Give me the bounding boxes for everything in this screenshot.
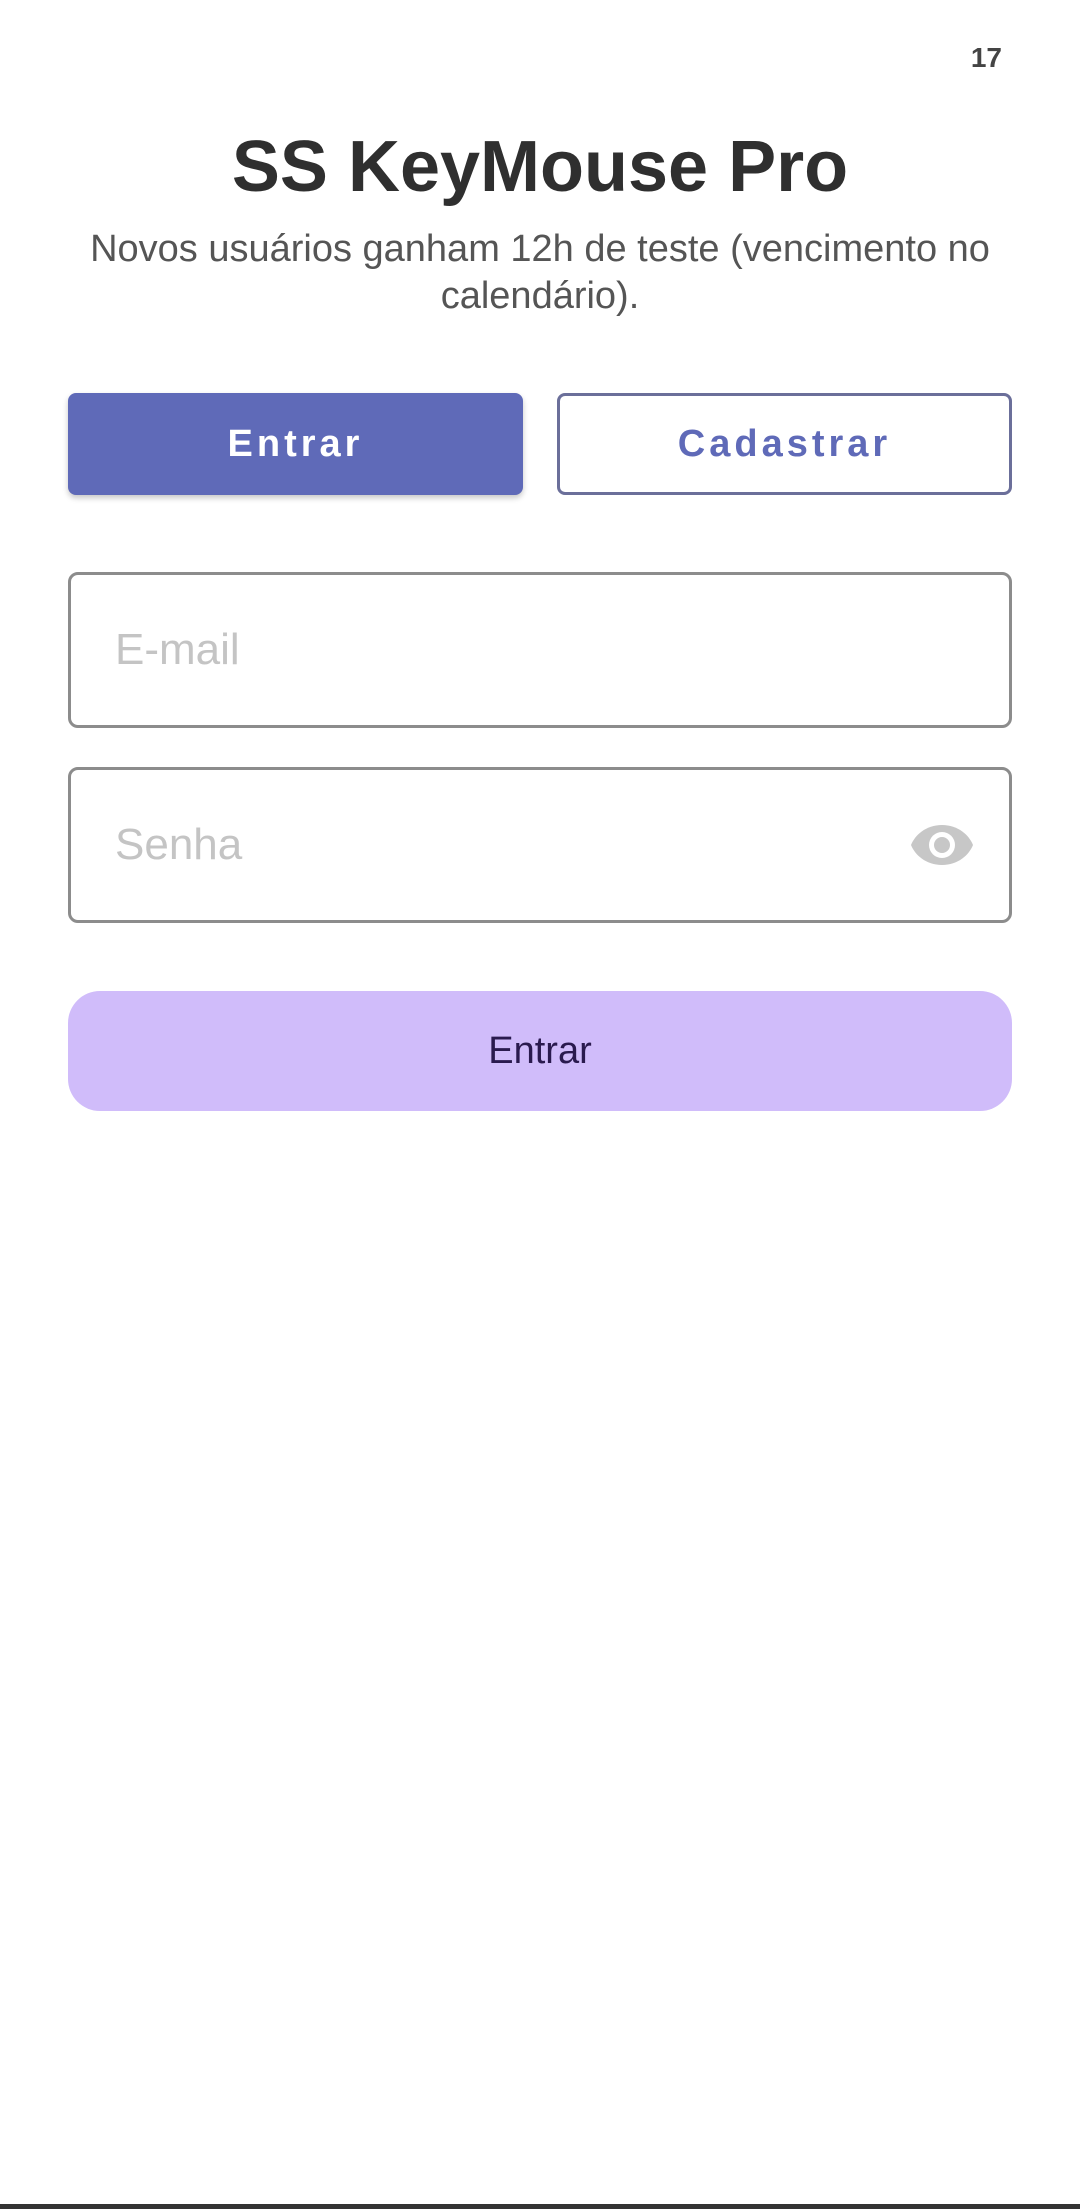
page-subtitle: Novos usuários ganham 12h de teste (venc…	[90, 228, 990, 317]
page-title: SS KeyMouse Pro	[231, 127, 849, 207]
status-counter: 17	[970, 42, 1002, 73]
tab-register[interactable]: Cadastrar	[557, 393, 1012, 495]
password-field[interactable]	[113, 769, 909, 921]
eye-icon[interactable]	[909, 822, 975, 868]
email-field-container	[68, 572, 1012, 728]
password-field-container	[68, 767, 1012, 923]
bottom-divider	[0, 2204, 1080, 2209]
email-field[interactable]	[113, 574, 1009, 726]
submit-button[interactable]: Entrar	[68, 991, 1012, 1111]
tab-login[interactable]: Entrar	[68, 393, 523, 495]
